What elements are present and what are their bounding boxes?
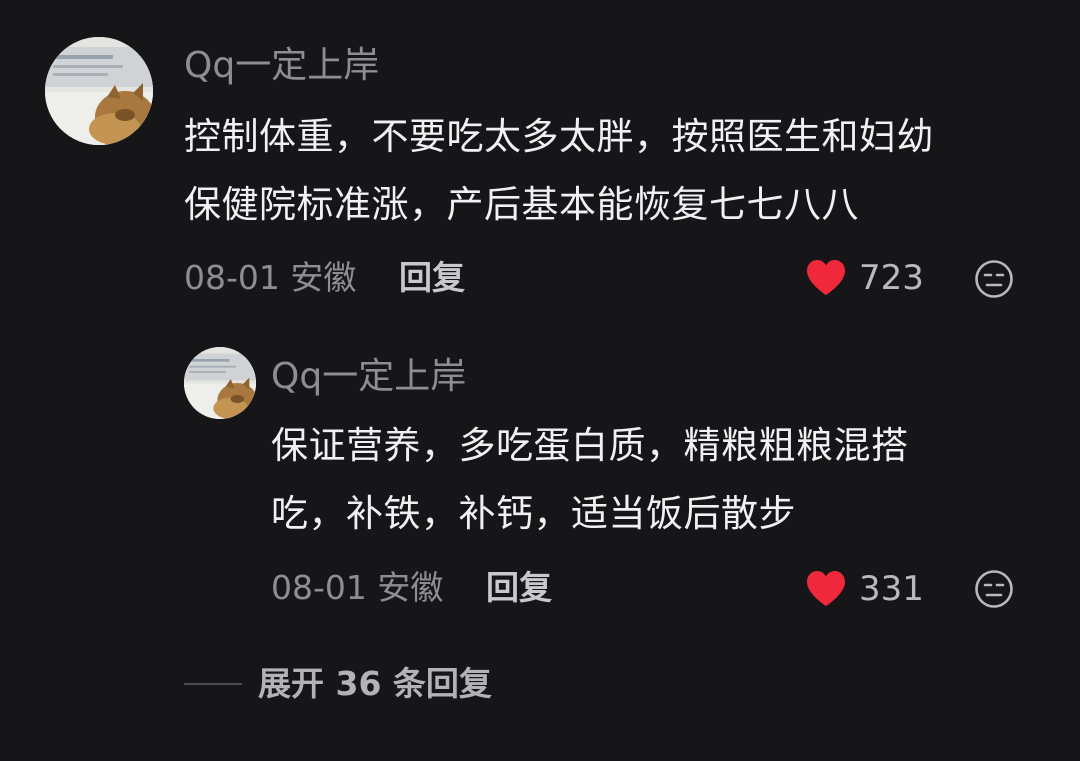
reply-like-count: 331 bbox=[859, 569, 924, 609]
reply-avatar[interactable] bbox=[184, 347, 256, 419]
comment-username[interactable]: Qq一定上岸 bbox=[184, 46, 379, 86]
reply-location: 安徽 bbox=[377, 568, 444, 607]
like-button[interactable]: 723 bbox=[805, 258, 924, 298]
comment-thread: Qq一定上岸 控制体重，不要吃太多太胖，按照医生和妇幼 保健院标准涨，产后基本能… bbox=[0, 0, 1080, 761]
reply-text: 保证营养，多吃蛋白质，精粮粗粮混搭 吃，补铁，补钙，适当饭后散步 bbox=[271, 412, 909, 548]
comment-date: 08-01 bbox=[184, 258, 280, 297]
cat-avatar-icon bbox=[184, 347, 256, 419]
reply-text-line: 吃，补铁，补钙，适当饭后散步 bbox=[271, 492, 796, 535]
comment-text-line: 保健院标准涨，产后基本能恢复七七八八 bbox=[184, 183, 859, 226]
reply-meta: 08-01 安徽 bbox=[271, 568, 443, 608]
comment-text-line: 控制体重，不要吃太多太胖，按照医生和妇幼 bbox=[184, 115, 934, 158]
expand-replies-button[interactable]: 展开 36 条回复 bbox=[184, 664, 492, 704]
comment-text: 控制体重，不要吃太多太胖，按照医生和妇幼 保健院标准涨，产后基本能恢复七七八八 bbox=[184, 103, 934, 239]
reply-text-line: 保证营养，多吃蛋白质，精粮粗粮混搭 bbox=[271, 424, 909, 467]
cat-avatar-icon bbox=[45, 37, 153, 145]
dislike-face-icon[interactable] bbox=[974, 569, 1014, 609]
comment-meta: 08-01 安徽 bbox=[184, 258, 356, 298]
reply-button[interactable]: 回复 bbox=[399, 258, 465, 298]
reply-reply-button[interactable]: 回复 bbox=[486, 568, 552, 608]
heart-icon bbox=[807, 571, 845, 606]
reply-username[interactable]: Qq一定上岸 bbox=[271, 357, 466, 397]
expand-divider bbox=[184, 683, 242, 685]
reply-date: 08-01 bbox=[271, 568, 367, 607]
avatar[interactable] bbox=[45, 37, 153, 145]
comment-location: 安徽 bbox=[290, 258, 357, 297]
dislike-face-icon[interactable] bbox=[974, 259, 1014, 299]
reply-like-button[interactable]: 331 bbox=[805, 569, 924, 609]
heart-icon bbox=[807, 260, 845, 295]
like-count: 723 bbox=[859, 258, 924, 298]
expand-replies-label: 展开 36 条回复 bbox=[258, 664, 492, 703]
